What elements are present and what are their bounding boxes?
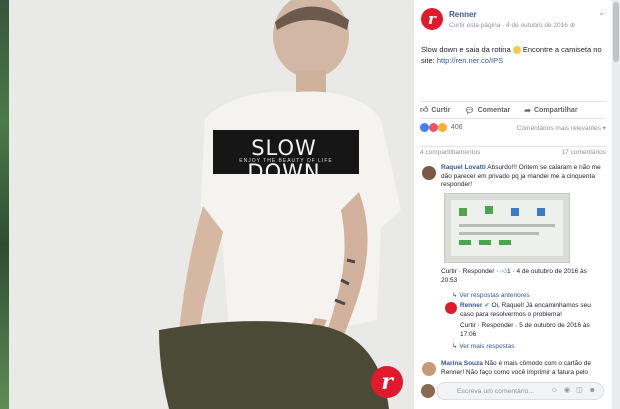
page-name-link[interactable]: Renner <box>449 10 477 19</box>
reply-actions[interactable]: Curtir · Responder · <box>460 322 519 329</box>
view-more-replies-label: Ver mais respostas <box>459 343 515 350</box>
view-previous-replies-label: Ver respostas anteriores <box>459 292 530 299</box>
view-previous-replies[interactable]: ↳ Ver respostas anteriores <box>452 291 530 299</box>
shares-count[interactable]: 4 compartilhamentos <box>420 149 480 156</box>
comment-sort-dropdown[interactable]: Comentários mais relevantes ▾ <box>517 124 606 132</box>
reply-meta: Curtir · Responder · 5 de outubro de 201… <box>460 322 600 339</box>
share-arrow-icon: ➦ <box>524 105 531 115</box>
globe-icon: ⊕ <box>569 22 576 29</box>
comment-actions[interactable]: Curtir · Responder · <box>441 268 500 275</box>
like-button[interactable]: 👍︎ Curtir <box>420 105 450 115</box>
comment-meta: Curtir · Responder · 👍︎1 · 4 de outubro … <box>441 268 601 285</box>
share-button[interactable]: ➦ Compartilhar <box>524 106 577 115</box>
commenter-name[interactable]: Raquel Lovatti <box>441 164 486 171</box>
comment-item: Raquel Lovatti Absurdo!!! Ontem se calar… <box>441 164 601 190</box>
page-avatar[interactable]: r <box>421 8 443 30</box>
verified-badge-icon: ✔ <box>482 302 490 309</box>
post-meta: Curtir esta página · 4 de outubro de 201… <box>449 21 575 29</box>
love-reaction-icon <box>428 123 438 132</box>
post-photo[interactable]: SLOW DOWN ENJOY THE BEAUTY OF LIFE <box>9 0 414 409</box>
like-label: Curtir <box>431 106 451 114</box>
like-page-link[interactable]: Curtir esta página <box>449 22 500 29</box>
model-illustration <box>9 0 414 409</box>
scrollbar-thumb[interactable] <box>613 2 619 62</box>
smile-emoji-icon <box>512 46 521 55</box>
reply-item: Renner ✔ Oi, Raquel! Já encaminhamos seu… <box>460 302 600 319</box>
renner-logo-badge: r <box>371 366 403 398</box>
speech-bubble-icon: 💬︎ <box>464 105 475 115</box>
comment-input[interactable]: Escreva um comentário... <box>457 388 534 395</box>
background-edge <box>0 0 9 409</box>
post-link[interactable]: http://ren.ner.co/IPS <box>437 56 503 65</box>
haha-reaction-icon <box>437 123 447 132</box>
like-reaction-icon <box>420 123 429 132</box>
commenter-avatar[interactable] <box>422 362 436 376</box>
post-stats: 4 compartilhamentos 17 comentários <box>420 146 606 158</box>
composer-icons[interactable]: ☺ ◉ ◫ ☻ <box>551 386 598 394</box>
share-label: Compartilhar <box>533 106 578 114</box>
post-text-main: Slow down e saia da rotina <box>421 45 511 54</box>
thumbs-up-icon: 👍︎ <box>420 105 429 114</box>
panel-scrollbar[interactable] <box>612 0 620 409</box>
post-date[interactable]: 4 de outubro de 2016 <box>506 22 568 29</box>
reactions-row[interactable]: 406 Comentários mais relevantes ▾ <box>420 123 606 135</box>
reaction-count: 406 <box>450 124 463 131</box>
screenshot-illustration <box>451 200 563 256</box>
reply-author-name[interactable]: Renner <box>460 302 482 309</box>
shirt-print-subtitle: ENJOY THE BEAUTY OF LIFE <box>239 158 333 164</box>
reply-avatar[interactable] <box>445 302 457 314</box>
post-header: r Renner Curtir esta página · 4 de outub… <box>421 8 607 38</box>
comment-button[interactable]: 💬︎ Comentar <box>464 106 510 115</box>
post-text: Slow down e saia da rotina Encontre a ca… <box>421 44 607 66</box>
comment-composer[interactable]: Escreva um comentário... ☺ ◉ ◫ ☻ <box>421 382 604 400</box>
chevron-down-icon[interactable]: ⌄ <box>598 8 605 17</box>
post-actions: 👍︎ Curtir 💬︎ Comentar ➦ Compartilhar <box>420 101 606 119</box>
comments-count[interactable]: 17 comentários <box>562 149 606 156</box>
comment-item: Marina Souza Não é mais cômodo com o car… <box>441 360 601 377</box>
commenter-name[interactable]: Marina Souza <box>441 360 483 367</box>
screen: SLOW DOWN ENJOY THE BEAUTY OF LIFE r r R… <box>0 0 620 409</box>
current-user-avatar <box>421 384 435 398</box>
commenter-avatar[interactable] <box>422 166 436 180</box>
comment-attachment-image[interactable] <box>444 193 570 263</box>
comment-label: Comentar <box>477 106 511 114</box>
view-more-replies[interactable]: ↳ Ver mais respostas <box>452 342 515 350</box>
